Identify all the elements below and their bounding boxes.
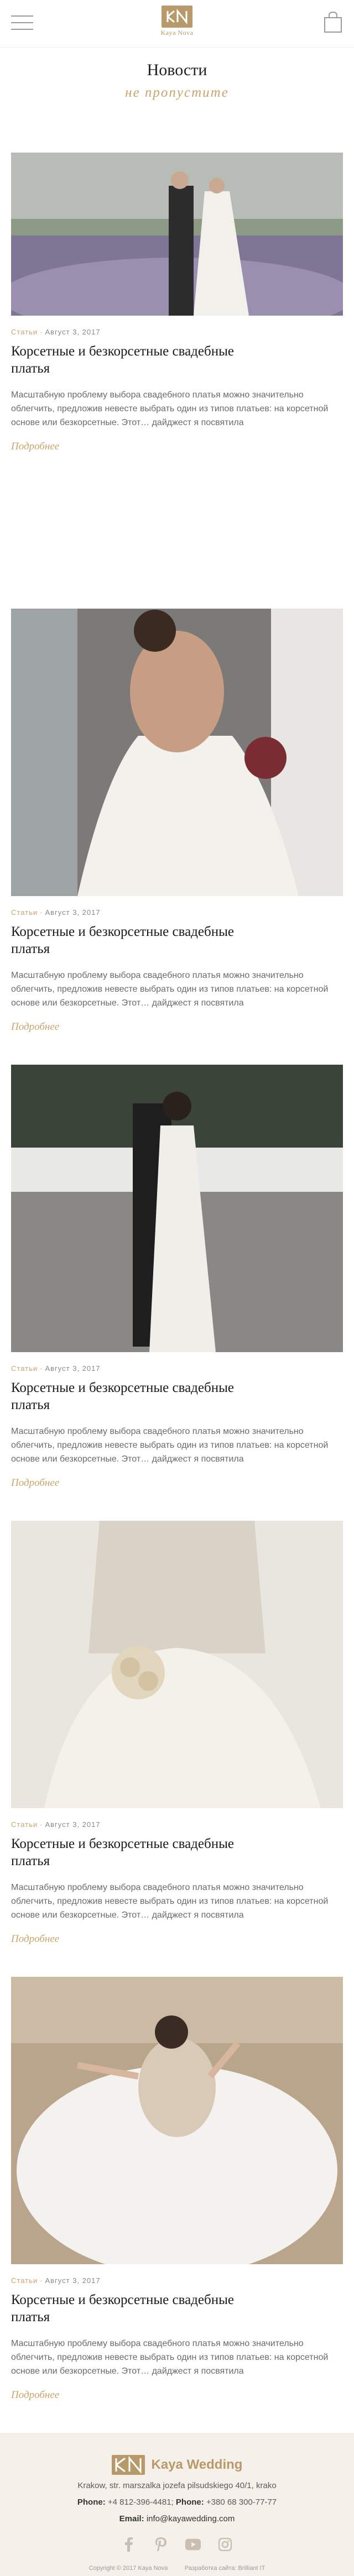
article-card: Статьи · Август 3, 2017 Корсетные и безкор… xyxy=(0,1521,354,1977)
footer-bottom: Copyright © 2017 Kaya Nova Разработка са… xyxy=(0,2565,354,2572)
meta-separator: · xyxy=(40,2276,43,2285)
footer-address: Krakow, str. marszalka jozefa pilsudskie… xyxy=(77,2481,277,2490)
article-title[interactable]: Корсетные и безкорсетные свадебные плать… xyxy=(11,1835,266,1870)
article-image[interactable] xyxy=(11,1521,343,1808)
phone-number[interactable]: +380 68 300-77-77 xyxy=(206,2498,277,2507)
article-date: Август 3, 2017 xyxy=(45,328,101,336)
logo-text: Kaya Nova xyxy=(160,29,194,36)
article-date: Август 3, 2017 xyxy=(45,1820,101,1829)
read-more-link[interactable]: Подробнее xyxy=(11,1021,59,1033)
read-more-link[interactable]: Подробнее xyxy=(11,1933,59,1945)
article-excerpt: Масштабную проблему выбора свадебного пл… xyxy=(11,971,329,1008)
page-subtitle: не пропустите xyxy=(125,85,229,100)
site-footer: Kaya Wedding Krakow, str. marszalka joze… xyxy=(0,2433,354,2576)
article-image[interactable] xyxy=(11,1977,343,2264)
article-image[interactable] xyxy=(11,153,343,316)
meta-separator: · xyxy=(40,1364,43,1373)
meta-separator: · xyxy=(40,328,43,336)
article-title[interactable]: Корсетные и безкорсетные свадебные плать… xyxy=(11,923,266,957)
site-header: Kaya Nova xyxy=(0,0,354,48)
article-card: Статьи · Август 3, 2017 Корсетные и безкор… xyxy=(0,153,354,609)
phone-label: Phone: xyxy=(77,2498,106,2507)
article-meta: Статьи · Август 3, 2017 xyxy=(11,2276,343,2285)
article-category-link[interactable]: Статьи xyxy=(11,908,38,917)
footer-logo[interactable]: Kaya Wedding xyxy=(0,2455,354,2475)
article-category-link[interactable]: Статьи xyxy=(11,1820,38,1829)
article-meta: Статьи · Август 3, 2017 xyxy=(11,908,343,917)
instagram-icon[interactable] xyxy=(217,2537,233,2552)
page-title: Новости xyxy=(147,61,207,79)
developer-credit[interactable]: Разработка сайта: Brilliant IT xyxy=(185,2565,266,2572)
youtube-icon[interactable] xyxy=(185,2537,201,2552)
facebook-icon[interactable] xyxy=(121,2537,137,2552)
article-category-link[interactable]: Статьи xyxy=(11,328,38,336)
article-meta: Статьи · Август 3, 2017 xyxy=(11,328,343,336)
meta-separator: · xyxy=(40,908,43,917)
read-more-link[interactable]: Подробнее xyxy=(11,441,59,453)
read-more-link[interactable]: Подробнее xyxy=(11,1477,59,1489)
article-meta: Статьи · Август 3, 2017 xyxy=(11,1820,343,1829)
article-excerpt: Масштабную проблему выбора свадебного пл… xyxy=(11,1427,329,1464)
shopping-bag-icon[interactable] xyxy=(323,11,343,33)
page-heading: Новости не пропустите xyxy=(0,48,354,153)
article-title[interactable]: Корсетные и безкорсетные свадебные плать… xyxy=(11,1379,266,1413)
footer-phones: Phone: +4 812-396-4481; Phone: +380 68 3… xyxy=(0,2497,354,2508)
article-title[interactable]: Корсетные и безкорсетные свадебные плать… xyxy=(11,2291,266,2326)
hamburger-menu-icon[interactable] xyxy=(11,15,33,31)
article-excerpt: Масштабную проблему выбора свадебного пл… xyxy=(11,390,329,427)
meta-separator: · xyxy=(40,1820,43,1829)
read-more-link[interactable]: Подробнее xyxy=(11,2389,59,2401)
article-date: Август 3, 2017 xyxy=(45,2276,101,2285)
article-card: Статьи · Август 3, 2017 Корсетные и безкор… xyxy=(0,1065,354,1521)
site-logo[interactable]: Kaya Nova xyxy=(160,6,194,37)
article-card: Статьи · Август 3, 2017 Корсетные и безкор… xyxy=(0,1977,354,2433)
article-date: Август 3, 2017 xyxy=(45,1364,101,1373)
phone-label: Phone: xyxy=(175,2498,204,2507)
copyright-text: Copyright © 2017 Kaya Nova xyxy=(88,2565,168,2572)
article-image[interactable] xyxy=(11,609,343,896)
article-category-link[interactable]: Статьи xyxy=(11,1364,38,1373)
footer-logo-mark-icon xyxy=(111,2455,145,2475)
article-excerpt: Масштабную проблему выбора свадебного пл… xyxy=(11,2339,329,2376)
logo-mark-icon xyxy=(162,6,192,28)
phone-number[interactable]: +4 812-396-4481; xyxy=(108,2498,174,2507)
article-card: Статьи · Август 3, 2017 Корсетные и безкор… xyxy=(0,609,354,1065)
article-image[interactable] xyxy=(11,1065,343,1352)
footer-email-line: Email: info@kayawedding.com xyxy=(0,2514,354,2525)
article-meta: Статьи · Август 3, 2017 xyxy=(11,1364,343,1373)
article-excerpt: Масштабную проблему выбора свадебного пл… xyxy=(11,1883,329,1920)
footer-brand: Kaya Wedding xyxy=(151,2457,243,2472)
email-label: Email: xyxy=(119,2514,144,2523)
email-link[interactable]: info@kayawedding.com xyxy=(147,2514,235,2523)
pinterest-icon[interactable] xyxy=(153,2537,169,2552)
article-title[interactable]: Корсетные и безкорсетные свадебные плать… xyxy=(11,343,266,377)
social-links xyxy=(0,2537,354,2552)
article-category-link[interactable]: Статьи xyxy=(11,2276,38,2285)
article-date: Август 3, 2017 xyxy=(45,908,101,917)
